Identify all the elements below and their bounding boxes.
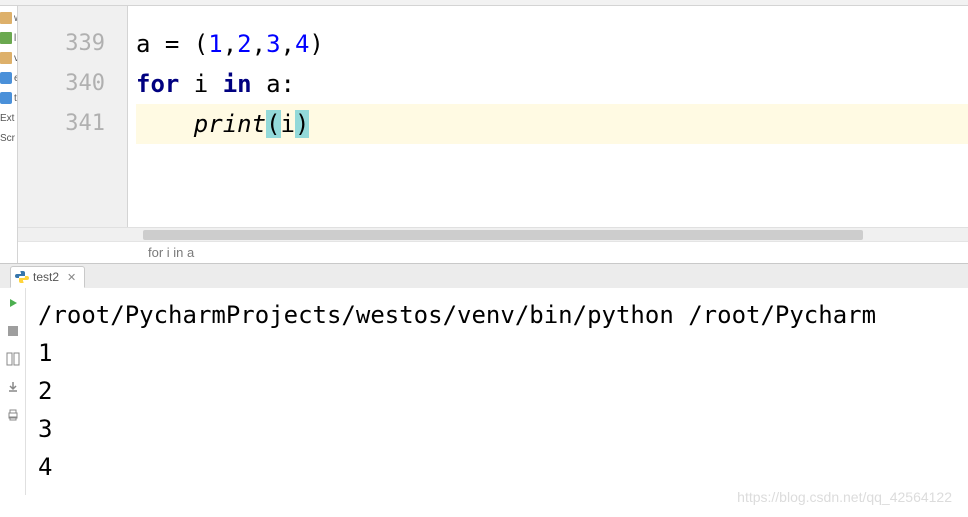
sidebar-item[interactable]: t [0, 88, 17, 108]
python-file-icon [0, 72, 12, 84]
editor-body: 339 340 341 a = (1,2,3,4) for i in a: pr… [18, 6, 968, 227]
console-line: /root/PycharmProjects/westos/venv/bin/py… [38, 296, 956, 334]
breadcrumb-text: for i in a [148, 245, 194, 260]
code-line[interactable]: a = (1,2,3,4) [136, 24, 968, 64]
console-line: 4 [38, 448, 956, 486]
main-area: wes l v e t Ext Scr 339 340 341 a = (1,2… [0, 6, 968, 263]
run-tab[interactable]: test2 ✕ [10, 266, 85, 288]
paren-highlight: ( [266, 110, 280, 138]
code-editor[interactable]: a = (1,2,3,4) for i in a: print(i) [128, 6, 968, 227]
folder-icon [0, 52, 12, 64]
sidebar-label: Ext [0, 113, 14, 124]
line-number: 340 [18, 64, 105, 104]
layout-button[interactable] [4, 350, 22, 368]
sidebar-label: Scr [0, 133, 15, 144]
print-button[interactable] [4, 406, 22, 424]
code-line-current[interactable]: print(i) [136, 104, 968, 144]
sidebar-label: l [14, 33, 16, 44]
breadcrumb[interactable]: for i in a [18, 241, 968, 263]
run-body: /root/PycharmProjects/westos/venv/bin/py… [0, 288, 968, 495]
stop-button[interactable] [4, 322, 22, 340]
close-icon[interactable]: ✕ [67, 271, 76, 284]
sidebar-item[interactable]: Scr [0, 128, 17, 148]
sidebar-item[interactable]: l [0, 28, 17, 48]
code-line[interactable]: for i in a: [136, 64, 968, 104]
folder-icon [0, 12, 12, 24]
scrollbar-thumb[interactable] [143, 230, 863, 240]
paren-highlight: ) [295, 110, 309, 138]
console-line: 1 [38, 334, 956, 372]
sidebar-label: t [14, 93, 17, 104]
sidebar-item[interactable]: wes [0, 8, 17, 28]
horizontal-scrollbar[interactable] [18, 227, 968, 241]
export-button[interactable] [4, 378, 22, 396]
run-tabs-bar: test2 ✕ [0, 264, 968, 288]
python-icon [15, 270, 29, 284]
sidebar-item[interactable]: Ext [0, 108, 17, 128]
console-output[interactable]: /root/PycharmProjects/westos/venv/bin/py… [26, 288, 968, 495]
console-line: 3 [38, 410, 956, 448]
project-sidebar[interactable]: wes l v e t Ext Scr [0, 6, 18, 263]
editor-wrap: 339 340 341 a = (1,2,3,4) for i in a: pr… [18, 6, 968, 263]
run-panel: test2 ✕ /root/PycharmProjects/westos/ven… [0, 263, 968, 495]
line-number: 339 [18, 24, 105, 64]
run-toolbar [0, 288, 26, 495]
python-file-icon [0, 92, 12, 104]
line-number: 341 [18, 104, 105, 144]
sidebar-item[interactable]: v [0, 48, 17, 68]
console-line: 2 [38, 372, 956, 410]
lib-icon [0, 32, 12, 44]
rerun-button[interactable] [4, 294, 22, 312]
sidebar-item[interactable]: e [0, 68, 17, 88]
line-number-gutter: 339 340 341 [18, 6, 128, 227]
run-tab-label: test2 [33, 270, 59, 284]
